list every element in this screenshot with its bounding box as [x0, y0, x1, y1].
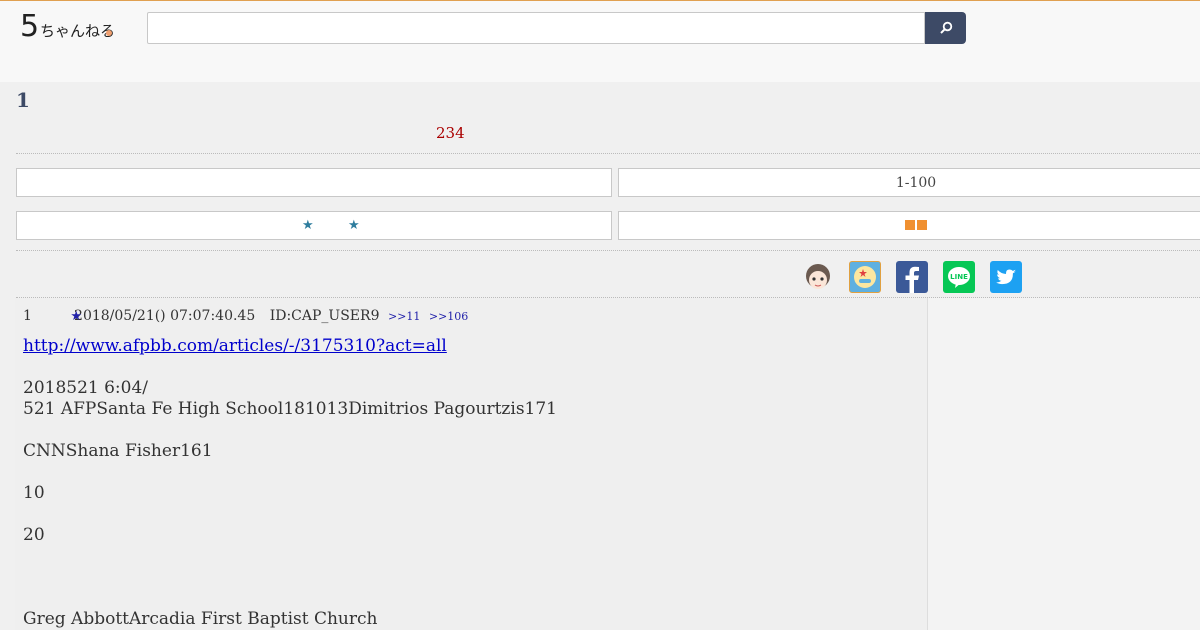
post-line: CNNShana Fisher161: [23, 441, 213, 461]
reply-anchor[interactable]: >>11: [388, 310, 420, 323]
response-count: 234: [436, 124, 465, 142]
divider: [16, 153, 1200, 154]
divider: [16, 250, 1200, 251]
line-icon[interactable]: LINE: [943, 261, 975, 293]
twitter-icon[interactable]: [990, 261, 1022, 293]
square-icon-pair: [904, 218, 928, 234]
post-line: [23, 567, 557, 588]
post-line: [23, 357, 557, 378]
reply-anchor[interactable]: >>106: [429, 310, 468, 323]
facebook-icon[interactable]: [896, 261, 928, 293]
logo-dot: [106, 30, 112, 36]
post-line: Greg AbbottArcadia First Baptist Church: [23, 609, 378, 629]
article-link[interactable]: http://www.afpbb.com/articles/-/3175310?…: [23, 336, 447, 356]
character-icon[interactable]: [802, 261, 834, 293]
poster-id: ID:CAP_USER9: [269, 308, 380, 324]
nav-box-right-bottom[interactable]: [618, 211, 1200, 240]
search-button[interactable]: [925, 12, 966, 44]
range-1-100-link[interactable]: 1-100: [618, 168, 1200, 197]
post-date: 2018/05/21() 07:07:40.45: [74, 308, 256, 324]
svg-text:LINE: LINE: [950, 273, 968, 281]
star-icon: ★: [302, 218, 314, 233]
site-logo[interactable]: 5 ちゃんねる: [20, 9, 120, 45]
star-icon: ★: [348, 218, 360, 233]
post-line: 521 AFPSanta Fe High School181013Dimitri…: [23, 399, 557, 419]
poster-name-star: ★: [70, 309, 83, 324]
search-input[interactable]: [147, 12, 925, 44]
post-line: 2018521 6:04/: [23, 378, 149, 398]
post-line: [23, 588, 557, 609]
post-line: [23, 504, 557, 525]
logo-text: ちゃんねる: [40, 22, 116, 40]
search-icon: [939, 21, 952, 34]
post-number: 1: [23, 308, 32, 324]
post-line: 20: [23, 525, 45, 545]
sidebar: [928, 298, 1200, 630]
app-icon[interactable]: [849, 261, 881, 293]
thread-title: 1: [16, 88, 30, 112]
post-line: [23, 546, 557, 567]
post-line: [23, 420, 557, 441]
post-line: 10: [23, 483, 45, 503]
nav-box-left-top[interactable]: [16, 168, 612, 197]
post-meta: 1 ★2018/05/21() 07:07:40.45 ID:CAP_USER9…: [23, 308, 468, 324]
nav-box-left-bottom[interactable]: ★ ★: [16, 211, 612, 240]
header-bar: 5 ちゃんねる: [0, 0, 1200, 82]
post-body: http://www.afpbb.com/articles/-/3175310?…: [23, 336, 557, 630]
logo-number: 5: [20, 9, 40, 44]
post-line: [23, 462, 557, 483]
post-1: 1 ★2018/05/21() 07:07:40.45 ID:CAP_USER9…: [15, 298, 928, 630]
